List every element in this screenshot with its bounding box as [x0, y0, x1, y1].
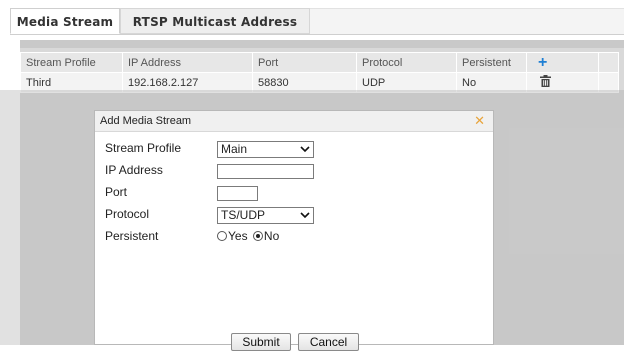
- stream-profile-label: Stream Profile: [105, 141, 182, 155]
- port-row: Port: [105, 185, 485, 203]
- table-header-row: Stream Profile IP Address Port Protocol …: [20, 52, 619, 73]
- protocol-label: Protocol: [105, 207, 150, 221]
- tab-media-stream[interactable]: Media Stream: [10, 8, 120, 34]
- ip-address-row: IP Address: [105, 163, 485, 181]
- table-top-bar: [20, 40, 624, 48]
- port-input[interactable]: [217, 186, 258, 201]
- persistent-no-radio[interactable]: [252, 231, 263, 241]
- port-label: Port: [105, 185, 128, 199]
- dialog-title-bar: Add Media Stream ✕: [95, 111, 493, 132]
- add-stream-cell: +: [526, 52, 599, 73]
- column-header-protocol: Protocol: [356, 52, 457, 73]
- column-header-persistent: Persistent: [456, 52, 527, 73]
- column-header-ip-address: IP Address: [122, 52, 253, 73]
- ip-address-input[interactable]: [217, 164, 314, 179]
- stream-profile-value: Main: [221, 142, 248, 156]
- stream-profile-row: Stream Profile Main: [105, 141, 485, 159]
- chevron-down-icon: [300, 142, 310, 160]
- close-icon[interactable]: ✕: [474, 111, 485, 131]
- chevron-down-icon: [300, 208, 310, 226]
- ip-address-label: IP Address: [105, 163, 163, 177]
- protocol-row: Protocol TS/UDP: [105, 207, 485, 225]
- submit-button[interactable]: Submit: [231, 333, 291, 351]
- tab-rtsp-multicast-address[interactable]: RTSP Multicast Address: [120, 8, 310, 34]
- protocol-select[interactable]: TS/UDP: [217, 207, 314, 224]
- header-spacer: [598, 52, 619, 73]
- persistent-radio-group: Yes No: [217, 229, 279, 243]
- persistent-yes-radio[interactable]: [217, 231, 227, 241]
- add-media-stream-dialog: Add Media Stream ✕ Stream Profile Main I…: [94, 110, 494, 351]
- persistent-yes-label: Yes: [228, 229, 248, 243]
- tab-bar-filler: [310, 8, 624, 34]
- persistent-label: Persistent: [105, 229, 159, 243]
- media-stream-table: Stream Profile IP Address Port Protocol …: [20, 52, 619, 93]
- trash-icon[interactable]: [540, 75, 551, 90]
- stream-profile-select[interactable]: Main: [217, 141, 314, 158]
- persistent-no-label: No: [263, 229, 280, 243]
- dialog-title: Add Media Stream: [100, 115, 192, 127]
- tab-bar: Media Stream RTSP Multicast Address: [10, 8, 624, 35]
- persistent-row: Persistent Yes No: [105, 229, 485, 247]
- column-header-port: Port: [252, 52, 357, 73]
- column-header-stream-profile: Stream Profile: [20, 52, 123, 73]
- cancel-button[interactable]: Cancel: [298, 333, 359, 351]
- protocol-value: TS/UDP: [221, 208, 266, 222]
- plus-icon[interactable]: +: [538, 54, 547, 71]
